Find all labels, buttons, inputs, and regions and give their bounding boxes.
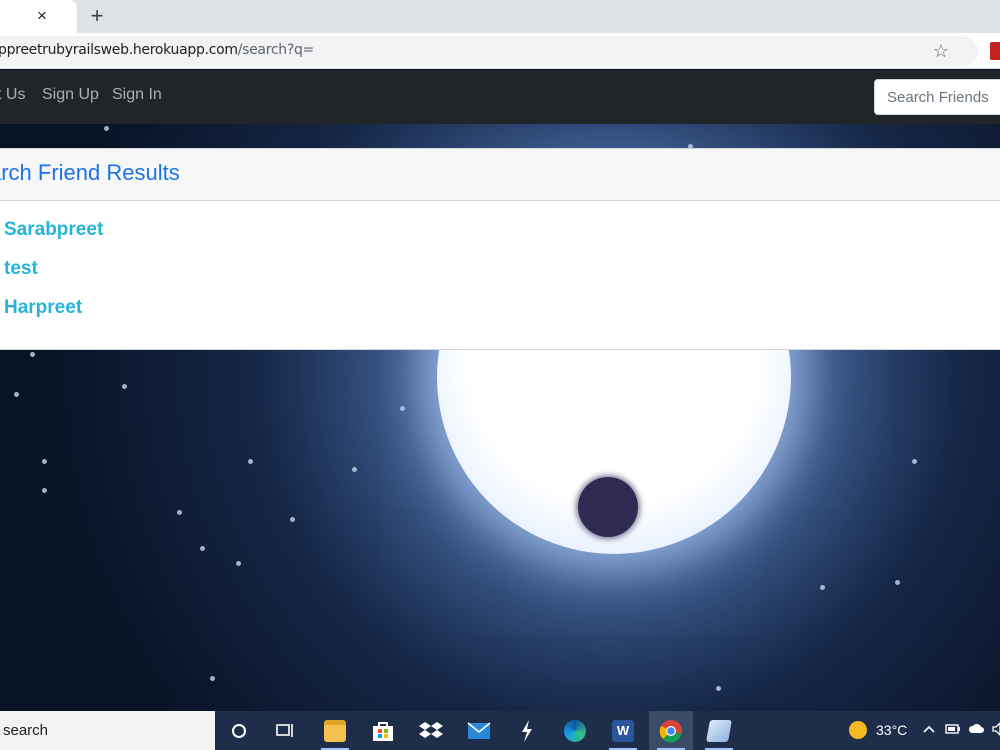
app-icon[interactable] (505, 711, 549, 750)
browser-tab[interactable]: × (0, 0, 77, 33)
nav-link-contact-us[interactable]: t Us (0, 86, 25, 104)
star-decoration (210, 676, 215, 681)
battery-icon[interactable] (945, 722, 961, 738)
star-decoration (820, 585, 825, 590)
star-decoration (14, 392, 19, 397)
mail-envelope-icon (467, 721, 491, 739)
star-decoration (30, 352, 35, 357)
address-url[interactable]: ppreetrubyrailsweb.herokuapp.com/search?… (0, 42, 314, 58)
star-decoration (122, 384, 127, 389)
notepad-glyph-icon (706, 719, 732, 742)
star-decoration (912, 459, 917, 464)
page-title: arch Friend Results (0, 160, 180, 185)
star-decoration (290, 517, 295, 522)
folder-icon (324, 719, 346, 742)
cloud-glyph-icon (968, 723, 984, 733)
edge-logo-icon (564, 719, 586, 742)
browser-tab-strip: × + (0, 0, 1000, 33)
dropbox-icon[interactable] (409, 711, 453, 750)
edge-icon[interactable] (553, 711, 597, 750)
star-decoration (42, 488, 47, 493)
pdf-extension-icon[interactable] (990, 42, 1000, 60)
notepad-icon[interactable] (697, 711, 741, 750)
address-bar[interactable]: ppreetrubyrailsweb.herokuapp.com/search?… (0, 36, 978, 66)
star-decoration (716, 686, 721, 691)
site-navbar: t Us Sign Up Sign In (0, 70, 1000, 124)
moon-background-image (578, 477, 638, 537)
dropbox-glyph-icon (419, 721, 443, 738)
lightning-icon (522, 719, 532, 742)
result-link-test[interactable]: test (4, 258, 38, 280)
chevron-up-glyph-icon (923, 725, 935, 733)
speaker-glyph-icon (992, 722, 1000, 736)
temperature-text[interactable]: 33°C (876, 711, 907, 750)
windows-taskbar: search W 33°C (0, 711, 1000, 750)
star-decoration (895, 580, 900, 585)
star-decoration (200, 546, 205, 551)
search-friends-input[interactable] (874, 79, 1000, 115)
onedrive-cloud-icon[interactable] (968, 722, 984, 738)
star-decoration (236, 561, 241, 566)
web-page: t Us Sign Up Sign In arch Friend Results… (0, 70, 1000, 711)
word-icon[interactable]: W (601, 711, 645, 750)
result-link-sarabpreet[interactable]: Sarabpreet (4, 219, 103, 241)
result-link-harpreet[interactable]: Harpreet (4, 297, 82, 319)
search-results-card: arch Friend Results Sarabpreet test Harp… (0, 148, 1000, 350)
mail-icon[interactable] (457, 711, 501, 750)
star-decoration (177, 510, 182, 515)
chrome-logo-icon (659, 719, 682, 742)
store-bag-icon (373, 721, 393, 741)
file-explorer-icon[interactable] (313, 711, 357, 750)
bookmark-star-icon[interactable]: ☆ (930, 40, 952, 62)
weather-icon[interactable] (849, 721, 867, 739)
star-decoration (400, 406, 405, 411)
nav-link-sign-up[interactable]: Sign Up (42, 86, 99, 104)
star-decoration (42, 459, 47, 464)
star-decoration (248, 459, 253, 464)
chevron-up-icon[interactable] (921, 722, 937, 738)
volume-icon[interactable] (990, 722, 1000, 738)
nav-link-sign-in[interactable]: Sign In (112, 86, 162, 104)
close-tab-icon[interactable]: × (32, 5, 52, 27)
word-logo-icon: W (612, 719, 634, 742)
task-view-icon[interactable] (263, 711, 307, 750)
browser-toolbar: ppreetrubyrailsweb.herokuapp.com/search?… (0, 33, 1000, 69)
new-tab-button[interactable]: + (86, 4, 108, 28)
task-view-glyph-icon (276, 723, 293, 737)
star-decoration (104, 126, 109, 131)
url-path: /search?q= (237, 42, 315, 58)
taskbar-search-box[interactable]: search (0, 711, 215, 750)
url-host: ppreetrubyrailsweb.herokuapp.com (0, 42, 238, 58)
cortana-icon[interactable] (217, 711, 261, 750)
star-decoration (352, 467, 357, 472)
cortana-circle-icon (232, 723, 246, 738)
store-icon[interactable] (361, 711, 405, 750)
card-header: arch Friend Results (0, 149, 1000, 201)
chrome-icon[interactable] (649, 711, 693, 750)
battery-glyph-icon (945, 724, 960, 734)
